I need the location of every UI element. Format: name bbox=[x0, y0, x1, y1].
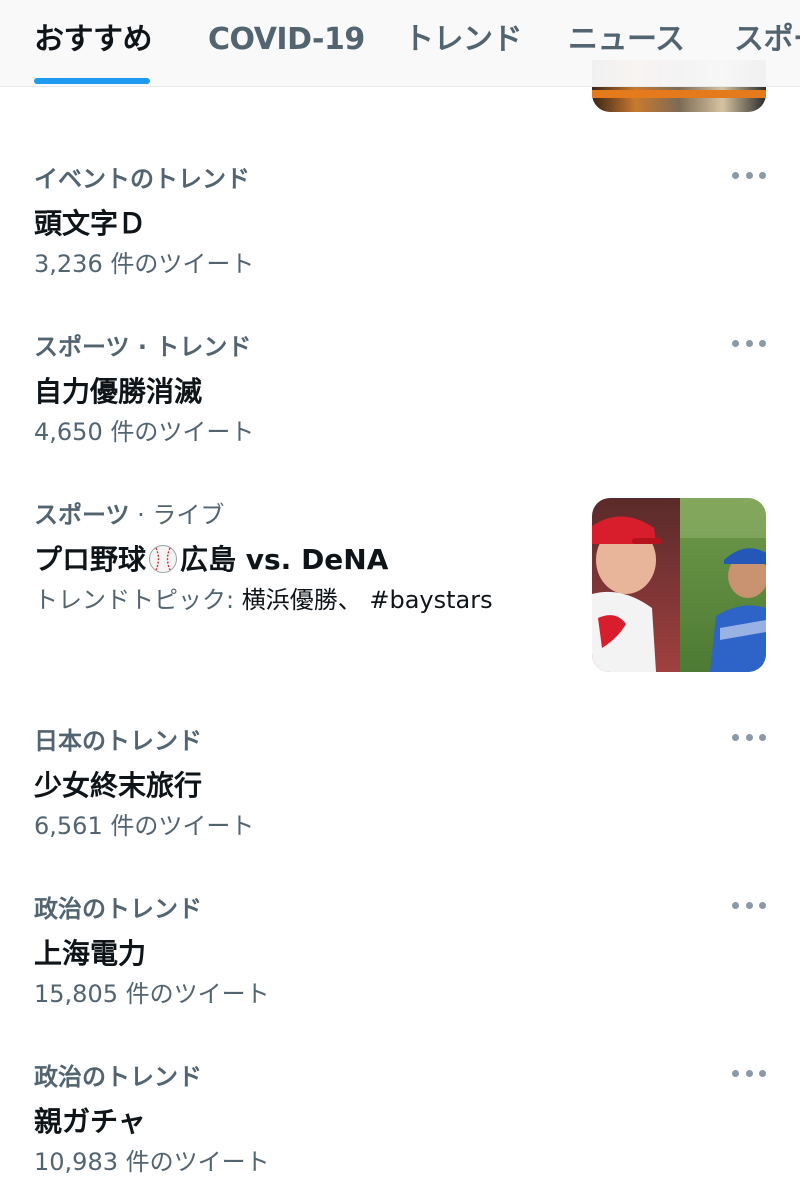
trend-tweet-count: 6,561 件のツイート bbox=[34, 812, 255, 840]
active-tab-indicator bbox=[34, 78, 150, 84]
more-icon[interactable] bbox=[732, 730, 766, 744]
more-icon[interactable] bbox=[732, 1066, 766, 1080]
trend-item[interactable]: スポーツ · トレンド 自力優勝消滅 4,650 件のツイート bbox=[34, 332, 774, 448]
more-icon[interactable] bbox=[732, 898, 766, 912]
trend-title: 上海電力 bbox=[34, 937, 147, 970]
trend-context: スポーツ · トレンド bbox=[34, 333, 252, 361]
trend-topics-label: トレンドトピック: bbox=[34, 586, 242, 614]
trend-context-live: · ライブ bbox=[129, 501, 225, 529]
trend-context: 政治のトレンド bbox=[34, 1063, 202, 1091]
trend-tweet-count: 15,805 件のツイート bbox=[34, 980, 270, 1008]
trend-item[interactable]: 日本のトレンド 少女終末旅行 6,561 件のツイート bbox=[34, 726, 774, 842]
tab-covid-19[interactable]: COVID-19 bbox=[208, 20, 365, 60]
trend-title: 親ガチャ bbox=[34, 1105, 146, 1138]
live-event-item[interactable]: スポーツ · ライブ プロ野球 広島 vs. DeNA トレンドトピック: 横浜… bbox=[34, 500, 574, 616]
tab-for-you[interactable]: おすすめ bbox=[34, 20, 153, 60]
trend-tweet-count: 10,983 件のツイート bbox=[34, 1148, 270, 1176]
trend-tweet-count: 3,236 件のツイート bbox=[34, 250, 255, 278]
trend-topics-list[interactable]: 横浜優勝、 #baystars bbox=[242, 586, 493, 614]
tab-sports[interactable]: スポー bbox=[734, 20, 800, 60]
tab-news[interactable]: ニュース bbox=[568, 20, 685, 60]
trend-context: スポーツ · ライブ bbox=[34, 500, 574, 530]
trend-title: プロ野球 広島 vs. DeNA bbox=[34, 542, 574, 578]
trend-topics: トレンドトピック: 横浜優勝、 #baystars bbox=[34, 584, 574, 616]
trend-context: イベントのトレンド bbox=[34, 165, 250, 193]
trend-item[interactable]: イベントのトレンド 頭文字Ｄ 3,236 件のツイート bbox=[34, 164, 774, 280]
trend-item[interactable]: 政治のトレンド 上海電力 15,805 件のツイート bbox=[34, 894, 774, 1010]
trend-title: 自力優勝消滅 bbox=[34, 375, 203, 408]
trend-context: 日本のトレンド bbox=[34, 727, 202, 755]
baseball-players-image bbox=[592, 498, 766, 672]
trend-tweet-count: 4,650 件のツイート bbox=[34, 418, 255, 446]
trend-title: 頭文字Ｄ bbox=[34, 207, 147, 240]
trend-item[interactable]: 政治のトレンド 親ガチャ 10,983 件のツイート bbox=[34, 1062, 774, 1178]
explore-tab-bar: おすすめ COVID-19 トレンド ニュース スポー bbox=[0, 0, 800, 87]
baseball-icon bbox=[149, 545, 178, 573]
live-event-thumbnail[interactable] bbox=[592, 498, 766, 672]
trend-title-matchup: 広島 vs. DeNA bbox=[180, 543, 389, 576]
more-icon[interactable] bbox=[732, 168, 766, 182]
trend-context-category: スポーツ bbox=[34, 501, 130, 529]
more-icon[interactable] bbox=[732, 336, 766, 350]
tab-trending[interactable]: トレンド bbox=[404, 20, 523, 60]
trend-title-prefix: プロ野球 bbox=[34, 543, 147, 576]
trend-title: 少女終末旅行 bbox=[34, 769, 203, 802]
trend-context: 政治のトレンド bbox=[34, 895, 202, 923]
